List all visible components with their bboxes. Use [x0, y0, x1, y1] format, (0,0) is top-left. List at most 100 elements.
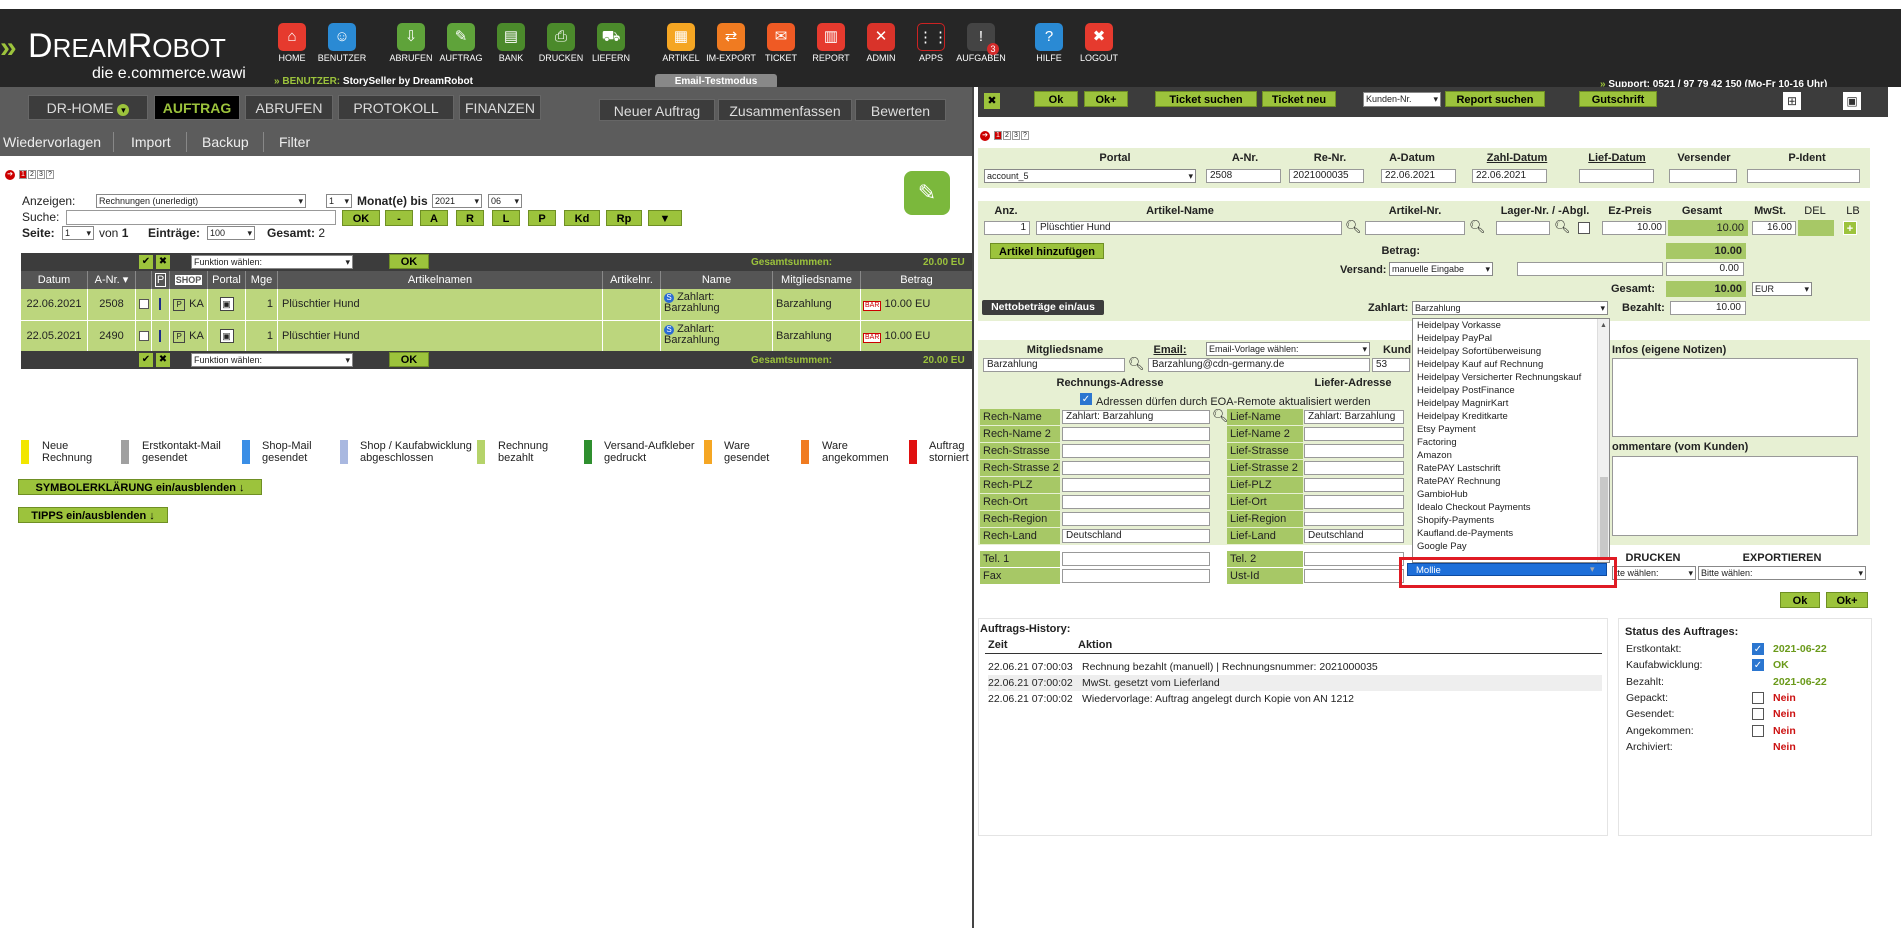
drucken-select[interactable]: tte wählen: — [1612, 566, 1696, 580]
status-checkbox[interactable] — [1752, 708, 1764, 721]
lief-field-input[interactable] — [1304, 512, 1404, 526]
filter-kd-button[interactable]: Kd — [564, 210, 600, 226]
infos-textarea[interactable] — [1612, 358, 1858, 437]
arrow-right-icon[interactable]: ➔ — [980, 131, 990, 141]
email-label[interactable]: Email: — [1150, 344, 1190, 356]
zahlart-option[interactable]: Google Pay — [1413, 540, 1609, 553]
nav-benutzer[interactable]: ☺ BENUTZER — [317, 23, 367, 63]
symbolerklaerung-toggle[interactable]: SYMBOLERKLÄRUNG ein/ausblenden ↓ — [18, 479, 262, 495]
filter-l-button[interactable]: L — [492, 210, 520, 226]
nav-home[interactable]: ⌂ HOME — [267, 23, 317, 63]
col-artikelnamen[interactable]: Artikelnamen — [278, 271, 603, 289]
zahldatum-input[interactable]: 22.06.2021 — [1472, 169, 1547, 183]
nav-artikel[interactable]: ▦ ARTIKEL — [656, 23, 706, 63]
row-checkbox[interactable] — [136, 321, 152, 352]
menu-abrufen[interactable]: ABRUFEN — [245, 95, 333, 120]
zahlart-option[interactable]: Heidelpay Sofortüberweisung — [1413, 345, 1609, 358]
nav-report[interactable]: ▥ REPORT — [806, 23, 856, 63]
zahlart-option[interactable]: RatePAY Lastschrift — [1413, 462, 1609, 475]
zahldatum-header[interactable]: Zahl-Datum — [1472, 152, 1562, 164]
pident-input[interactable] — [1747, 169, 1860, 183]
lief-field-input[interactable] — [1304, 495, 1404, 509]
zusammenfassen-button[interactable]: Zusammenfassen — [718, 99, 852, 121]
eoa-checkbox[interactable]: ✓ — [1080, 393, 1092, 405]
mwst-input[interactable]: 16.00 — [1752, 221, 1796, 235]
search-icon[interactable]: 🔍︎ — [1345, 219, 1362, 235]
filter-minus-button[interactable]: - — [385, 210, 413, 226]
rech-field-input[interactable] — [1062, 427, 1210, 441]
submenu-import[interactable]: Import — [131, 132, 171, 152]
seite-select[interactable]: 1 — [62, 226, 94, 240]
tipps-toggle[interactable]: TIPPS ein/ausblenden ↓ — [18, 507, 168, 523]
funktion-select-top[interactable]: Funktion wählen: — [191, 255, 353, 269]
nav-apps[interactable]: ⋮⋮ APPS — [906, 23, 956, 63]
artikelnr-input[interactable] — [1365, 221, 1465, 235]
lief-field-input[interactable] — [1304, 427, 1404, 441]
kommentare-textarea[interactable] — [1612, 456, 1858, 536]
zahlart-option[interactable]: Heidelpay Vorkasse — [1413, 319, 1609, 332]
col-betrag[interactable]: Betrag — [861, 271, 972, 289]
nav-ticket[interactable]: ✉ TICKET — [756, 23, 806, 63]
menu-protokoll[interactable]: PROTOKOLL — [338, 95, 454, 120]
zahlart-option[interactable]: Heidelpay Kauf auf Rechnung — [1413, 358, 1609, 371]
rech-field-input[interactable]: Deutschland — [1062, 529, 1210, 543]
toolbar-okplus-button[interactable]: Ok+ — [1084, 91, 1128, 107]
versand-value-input[interactable]: 0.00 — [1666, 262, 1744, 276]
cell-artikel[interactable]: Plüschtier Hund — [278, 321, 603, 352]
neuer-auftrag-button[interactable]: Neuer Auftrag — [599, 99, 715, 121]
zahlart-option[interactable]: Shopify-Payments — [1413, 514, 1609, 527]
email-input[interactable]: Barzahlung@cdn-germany.de — [1148, 358, 1370, 372]
abgleich-checkbox[interactable] — [1578, 222, 1590, 234]
portal-icon[interactable]: ▣ — [208, 289, 246, 320]
col-anr[interactable]: A-Nr. ▾ — [88, 271, 136, 289]
cell-name[interactable]: S Zahlart: Barzahlung — [661, 289, 773, 320]
table-row[interactable]: 22.05.2021 2490 P KA ▣ 1 Plüschtier Hund … — [21, 320, 972, 352]
cell-name[interactable]: S Zahlart: Barzahlung — [661, 321, 773, 352]
page-help[interactable]: ? — [1021, 131, 1029, 140]
bewerten-button[interactable]: Bewerten — [855, 99, 946, 121]
zahlart-option[interactable]: Heidelpay Versicherter Rechnungskauf — [1413, 371, 1609, 384]
anr-input[interactable]: 2508 — [1206, 169, 1281, 183]
menu-finanzen[interactable]: FINANZEN — [459, 95, 541, 120]
filter-r-button[interactable]: R — [456, 210, 484, 226]
tel2-input[interactable] — [1304, 552, 1404, 566]
zahlart-option[interactable]: Factoring — [1413, 436, 1609, 449]
check-all-icon[interactable]: ✔ — [139, 255, 153, 269]
page-help[interactable]: ? — [46, 170, 54, 179]
email-template-select[interactable]: Email-Vorlage wählen: — [1206, 342, 1370, 356]
arrow-right-icon[interactable]: ➔ — [5, 170, 15, 180]
ticket-neu-button[interactable]: Ticket neu — [1262, 91, 1336, 107]
funktion-ok-top-button[interactable]: OK — [389, 254, 429, 269]
nav-drucken[interactable]: ⎙ DRUCKEN — [536, 23, 586, 63]
nav-auftrag[interactable]: ✎ AUFTRAG — [436, 23, 486, 63]
liefdatum-input[interactable] — [1579, 169, 1654, 183]
page-3[interactable]: 3 — [37, 170, 45, 179]
cell-artikel[interactable]: Plüschtier Hund — [278, 289, 603, 320]
mitgliedsname-input[interactable]: Barzahlung — [983, 358, 1125, 372]
page-1[interactable]: 1 — [994, 131, 1002, 140]
funktion-ok-bottom-button[interactable]: OK — [389, 352, 429, 367]
versand-select[interactable]: manuelle Eingabe — [1389, 262, 1493, 276]
nav-liefern[interactable]: ⛟ LIEFERN — [586, 23, 636, 63]
zahlart-selected-option[interactable]: Mollie — [1407, 563, 1607, 576]
col-artikelnr[interactable]: Artikelnr. — [603, 271, 661, 289]
lief-field-input[interactable] — [1304, 444, 1404, 458]
funnel-icon[interactable]: ▼ — [648, 210, 682, 226]
renr-input[interactable]: 2021000035 — [1289, 169, 1364, 183]
page-2[interactable]: 2 — [1003, 131, 1011, 140]
funktion-select-bottom[interactable]: Funktion wählen: — [191, 353, 353, 367]
save-icon[interactable]: ▣ — [1843, 92, 1861, 110]
submenu-wiedervorlagen[interactable]: Wiedervorlagen — [3, 132, 101, 152]
lief-field-input[interactable] — [1304, 461, 1404, 475]
artikelname-input[interactable]: Plüschtier Hund — [1036, 221, 1342, 235]
edit-note-icon[interactable]: ✎ — [904, 171, 950, 215]
scroll-up-icon[interactable]: ▲ — [1600, 322, 1607, 329]
add-icon[interactable]: + — [1843, 221, 1857, 235]
status-checkbox[interactable] — [1752, 691, 1764, 704]
filter-a-button[interactable]: A — [420, 210, 448, 226]
year-select[interactable]: 2021 — [432, 194, 482, 208]
eintraege-select[interactable]: 100 — [207, 226, 255, 240]
tel1-input[interactable] — [1062, 552, 1210, 566]
p-icon[interactable] — [152, 289, 170, 320]
nettobetraege-toggle[interactable]: Nettobeträge ein/aus — [982, 300, 1104, 315]
